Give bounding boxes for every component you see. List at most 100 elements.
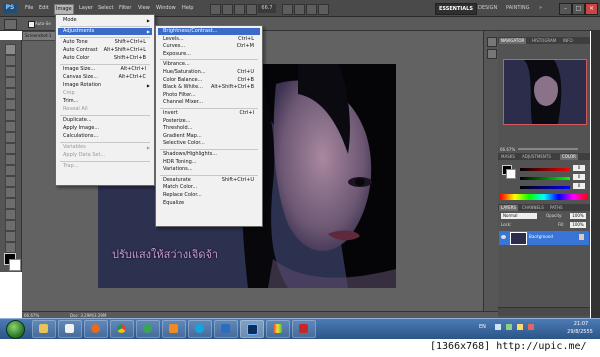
fill-field[interactable]: 100% — [570, 222, 586, 228]
maximize-button[interactable]: □ — [572, 3, 585, 15]
workspace-design[interactable]: DESIGN — [475, 3, 500, 13]
color-ramp[interactable] — [500, 194, 588, 200]
layer-row-background[interactable]: Background — [499, 231, 589, 245]
menu-item-black-white[interactable]: Black & White... Alt+Shift+Ctrl+B — [158, 84, 260, 91]
menu-item-adjustments[interactable]: Adjustments ▶ — [58, 28, 152, 35]
arrange-documents-button[interactable] — [306, 4, 317, 15]
clone-stamp-tool-icon[interactable] — [5, 132, 16, 143]
spot-healing-tool-icon[interactable] — [5, 110, 16, 121]
menu-item-auto-contrast[interactable]: Auto Contrast Alt+Shift+Ctrl+L — [58, 47, 152, 54]
menu-edit[interactable]: Edit — [38, 4, 50, 13]
menu-item-calculations[interactable]: Calculations... — [58, 133, 152, 140]
menu-item-apply-image[interactable]: Apply Image... — [58, 125, 152, 132]
menu-item-invert[interactable]: Invert Ctrl+I — [158, 110, 260, 117]
background-color-swatch[interactable] — [9, 259, 21, 271]
menu-item-hue-saturation[interactable]: Hue/Saturation... Ctrl+U — [158, 69, 260, 76]
tray-network-icon[interactable] — [506, 324, 512, 330]
taskbar-photoshop[interactable] — [240, 320, 264, 338]
blend-mode-select[interactable]: Normal — [501, 213, 537, 219]
green-slider[interactable] — [520, 177, 570, 180]
menu-item-exposure[interactable]: Exposure... — [158, 51, 260, 58]
tab-histogram[interactable]: HISTOGRAM — [530, 38, 558, 44]
taskbar-firefox[interactable] — [84, 320, 108, 338]
language-indicator[interactable]: EN — [479, 324, 486, 330]
tab-channels[interactable]: CHANNELS — [520, 205, 546, 211]
menu-item-replace-color[interactable]: Replace Color... — [158, 192, 260, 199]
menu-item-variations[interactable]: Variations... — [158, 166, 260, 173]
workspace-essentials[interactable]: ESSENTIALS — [435, 3, 477, 15]
tab-info[interactable]: INFO — [561, 38, 575, 44]
eyedropper-tool-icon[interactable] — [5, 99, 16, 110]
taskbar-skype[interactable] — [188, 320, 212, 338]
menu-item-image-size[interactable]: Image Size... Alt+Ctrl+I — [58, 66, 152, 73]
tab-navigator[interactable]: NAVIGATOR — [499, 38, 527, 44]
quick-selection-tool-icon[interactable] — [5, 77, 16, 88]
history-brush-tool-icon[interactable] — [5, 143, 16, 154]
menu-item-photo-filter[interactable]: Photo Filter... — [158, 92, 260, 99]
menu-item-shadows-highlights[interactable]: Shadows/Highlights... — [158, 151, 260, 158]
blue-value[interactable]: 0 — [573, 183, 585, 189]
menu-layer[interactable]: Layer — [78, 4, 94, 13]
red-value[interactable]: 0 — [573, 165, 585, 171]
zoom-tool-button[interactable] — [246, 4, 257, 15]
menu-item-curves[interactable]: Curves... Ctrl+M — [158, 43, 260, 50]
blur-tool-icon[interactable] — [5, 176, 16, 187]
menu-item-equalize[interactable]: Equalize — [158, 200, 260, 207]
workspace-painting[interactable]: PAINTING — [503, 3, 532, 13]
tab-paths[interactable]: PATHS — [548, 205, 565, 211]
zoom-level[interactable]: 66.7 — [258, 4, 276, 13]
menu-item-hdr-toning[interactable]: HDR Toning... — [158, 159, 260, 166]
move-tool-preset-icon[interactable] — [4, 19, 17, 30]
menu-item-posterize[interactable]: Posterize... — [158, 118, 260, 125]
menu-item-vibrance[interactable]: Vibrance... — [158, 61, 260, 68]
tab-masks[interactable]: MASKS — [499, 154, 517, 160]
workspace-more[interactable]: » — [536, 3, 545, 13]
lasso-tool-icon[interactable] — [5, 66, 16, 77]
view-extras-button[interactable] — [234, 4, 245, 15]
green-value[interactable]: 0 — [573, 174, 585, 180]
taskbar-app-red[interactable] — [292, 320, 316, 338]
menu-filter[interactable]: Filter — [118, 4, 132, 13]
menu-window[interactable]: Window — [155, 4, 177, 13]
hand-tool-button[interactable] — [282, 4, 293, 15]
tab-color[interactable]: COLOR — [560, 154, 578, 160]
tab-layers[interactable]: LAYERS — [499, 205, 519, 211]
taskbar-app-rainbow[interactable] — [266, 320, 290, 338]
document-tab[interactable]: Screenshot-1 — [22, 31, 58, 41]
menu-item-trim[interactable]: Trim... — [58, 98, 152, 105]
3d-rotate-tool-icon[interactable] — [5, 242, 16, 253]
layer-visibility-eye-icon[interactable] — [501, 235, 506, 239]
menu-item-desaturate[interactable]: Desaturate Shift+Ctrl+U — [158, 177, 260, 184]
menu-item-mode[interactable]: Mode ▶ — [58, 17, 152, 24]
navigator-preview[interactable] — [503, 59, 587, 125]
menu-item-selective-color[interactable]: Selective Color... — [158, 140, 260, 147]
taskbar-media[interactable] — [58, 320, 82, 338]
move-tool-icon[interactable] — [5, 44, 16, 55]
tab-adjustments[interactable]: ADJUSTMENTS — [520, 154, 553, 160]
menu-item-match-color[interactable]: Match Color... — [158, 184, 260, 191]
menu-item-threshold[interactable]: Threshold... — [158, 125, 260, 132]
pen-tool-icon[interactable] — [5, 198, 16, 209]
navigator-zoom-slider[interactable] — [518, 148, 578, 150]
color-bg-swatch[interactable] — [506, 169, 516, 179]
menu-item-auto-tone[interactable]: Auto Tone Shift+Ctrl+L — [58, 39, 152, 46]
menu-help[interactable]: Help — [181, 4, 194, 13]
tray-volume-icon[interactable] — [517, 324, 523, 330]
taskbar-app-orange[interactable] — [162, 320, 186, 338]
bridge-button[interactable] — [210, 4, 221, 15]
path-selection-tool-icon[interactable] — [5, 220, 16, 231]
menu-item-gradient-map[interactable]: Gradient Map... — [158, 133, 260, 140]
type-tool-icon[interactable] — [5, 209, 16, 220]
taskbar-chrome[interactable] — [110, 320, 134, 338]
menu-item-levels[interactable]: Levels... Ctrl+L — [158, 36, 260, 43]
brush-tool-icon[interactable] — [5, 121, 16, 132]
dodge-tool-icon[interactable] — [5, 187, 16, 198]
taskbar-app-green[interactable] — [136, 320, 160, 338]
red-slider[interactable] — [520, 168, 570, 171]
menu-view[interactable]: View — [137, 4, 151, 13]
menu-item-duplicate[interactable]: Duplicate... — [58, 117, 152, 124]
crop-tool-icon[interactable] — [5, 88, 16, 99]
menu-item-canvas-size[interactable]: Canvas Size... Alt+Ctrl+C — [58, 74, 152, 81]
menu-select[interactable]: Select — [97, 4, 114, 13]
close-button[interactable]: × — [585, 3, 598, 15]
